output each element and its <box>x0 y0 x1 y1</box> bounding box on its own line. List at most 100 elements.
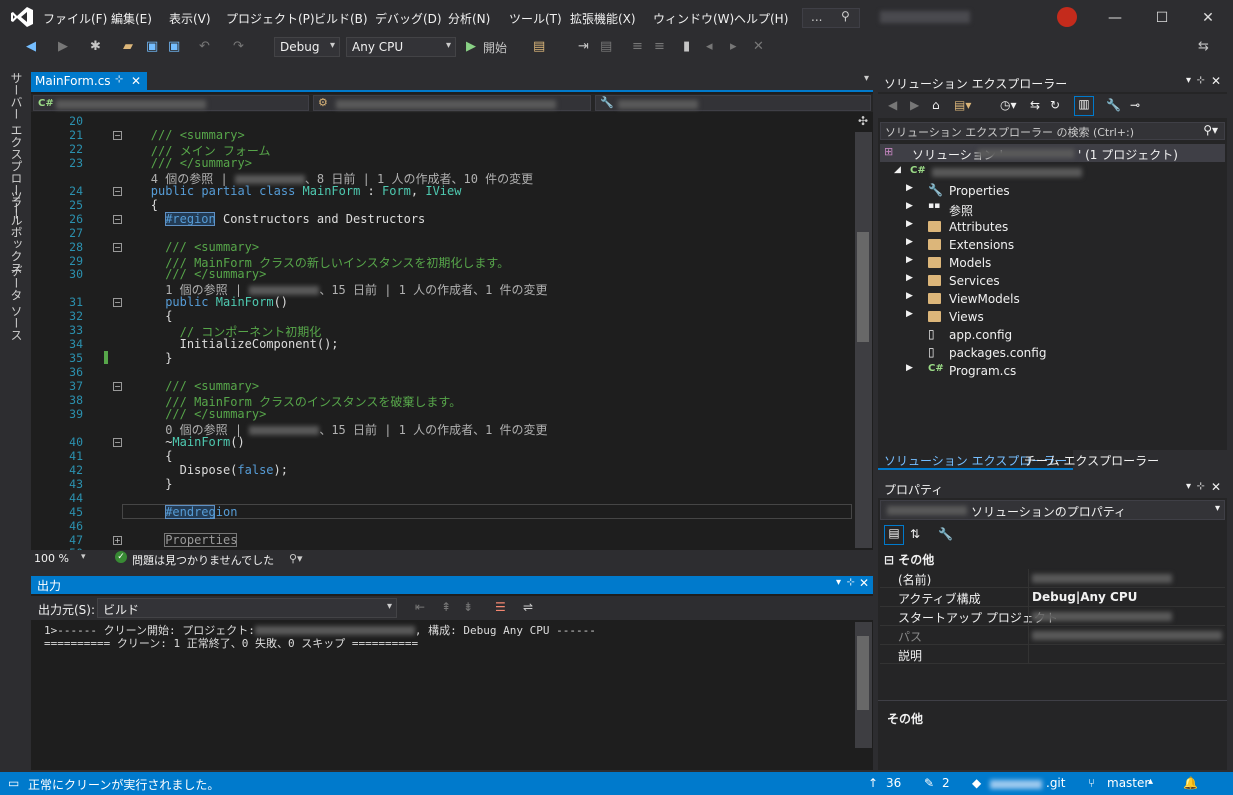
expand-icon[interactable]: ▶ <box>906 183 913 193</box>
open-icon[interactable]: ▰ <box>123 39 133 54</box>
property-row[interactable]: パス <box>880 626 1225 645</box>
close-icon[interactable]: ✕ <box>1198 8 1218 28</box>
new-project-icon[interactable]: ✱ <box>90 39 101 54</box>
expand-icon[interactable]: ▶ <box>906 291 913 301</box>
menu-item[interactable]: 表示(V) <box>169 10 211 27</box>
platform-select[interactable]: Any CPU <box>346 37 456 57</box>
notification-icon[interactable]: 🔔 <box>1183 776 1198 790</box>
branch-icon[interactable]: ⑂ <box>1088 776 1095 790</box>
tab-close-icon[interactable]: ✕ <box>131 74 141 88</box>
branch-up-icon[interactable]: ▴ <box>1148 776 1153 787</box>
output-clear-icon[interactable]: ☰ <box>495 600 506 614</box>
fold-toggle-icon[interactable]: − <box>113 186 122 196</box>
data-sources-tab[interactable]: データ ソース <box>8 265 25 341</box>
fold-toggle-icon[interactable]: + <box>113 535 122 545</box>
start-button[interactable]: 開始 <box>483 39 507 56</box>
bookmark-clear-icon[interactable]: ✕ <box>753 39 764 54</box>
code-line[interactable]: /// <summary> <box>151 128 245 142</box>
output-menu-icon[interactable]: ▾ <box>836 577 841 588</box>
code-line[interactable]: InitializeComponent(); <box>180 337 339 351</box>
property-pages-icon[interactable]: 🔧 <box>938 527 953 541</box>
code-line[interactable]: { <box>165 309 172 323</box>
tab-dropdown-icon[interactable]: ▾ <box>864 73 869 84</box>
back-icon[interactable]: ◀ <box>26 39 36 54</box>
code-line[interactable]: #endregion <box>165 505 237 519</box>
save-all-icon[interactable]: ▣ <box>168 39 180 54</box>
member-nav-combo[interactable]: 🔧 <box>595 95 871 111</box>
sol-back-icon[interactable]: ◀ <box>888 98 897 112</box>
tree-solution-row[interactable]: ⊞ ソリューション ' ' (1 プロジェクト) <box>880 144 1225 162</box>
save-icon[interactable]: ▣ <box>146 39 158 54</box>
project-nav-combo[interactable]: C# <box>33 95 309 111</box>
fold-toggle-icon[interactable]: − <box>113 298 122 308</box>
output-prev-icon[interactable]: ⇞ <box>441 600 451 614</box>
code-line[interactable]: } <box>165 351 172 365</box>
menu-item[interactable]: ウィンドウ(W) <box>653 10 734 27</box>
fold-toggle-icon[interactable]: − <box>113 130 122 140</box>
code-line[interactable]: ~MainForm() <box>165 435 244 449</box>
tree-item[interactable]: ▶ Models <box>906 254 1216 272</box>
property-row[interactable]: アクティブ構成 Debug|Any CPU <box>880 588 1225 607</box>
properties-category[interactable]: ⊟ その他 <box>884 551 934 568</box>
alphabetical-icon[interactable]: ⇅ <box>910 527 920 541</box>
code-line[interactable]: { <box>165 449 172 463</box>
fold-toggle-icon[interactable]: − <box>113 382 122 392</box>
output-wrap-icon[interactable]: ⇌ <box>523 600 533 614</box>
config-select[interactable]: Debug <box>274 37 340 57</box>
property-row[interactable]: (名前) <box>880 569 1225 588</box>
code-line[interactable]: /// </summary> <box>165 267 266 281</box>
code-line[interactable]: { <box>151 198 158 212</box>
solution-search-input[interactable]: ソリューション エクスプローラー の検索 (Ctrl+:) ⚲▾ <box>880 122 1225 140</box>
menu-item[interactable]: プロジェクト(P) <box>226 10 315 27</box>
prop-close-icon[interactable]: ✕ <box>1211 480 1221 494</box>
properties-object-select[interactable]: ソリューションのプロパティ ▾ <box>880 500 1225 520</box>
tab-team-explorer[interactable]: チーム エクスプローラー <box>1024 452 1159 469</box>
code-line[interactable]: #region Constructors and Destructors <box>165 212 425 226</box>
tree-item[interactable]: ▶ C# Program.cs <box>906 362 1216 380</box>
output-next-icon[interactable]: ⇟ <box>463 600 473 614</box>
preview-icon[interactable]: ⊸ <box>1130 98 1140 112</box>
undo-icon[interactable]: ↶ <box>199 39 210 54</box>
fold-toggle-icon[interactable]: − <box>113 242 122 252</box>
bookmark-next-icon[interactable]: ▸ <box>730 39 737 54</box>
expand-icon[interactable]: ▶ <box>906 219 913 229</box>
search-box[interactable]: ... ⚲ <box>802 8 860 28</box>
bookmark-icon[interactable]: ▮ <box>683 39 690 54</box>
start-icon[interactable]: ▶ <box>466 39 476 54</box>
forward-icon[interactable]: ▶ <box>58 39 68 54</box>
fold-toggle-icon[interactable]: − <box>113 437 122 447</box>
redo-icon[interactable]: ↷ <box>233 39 244 54</box>
repo-icon[interactable]: ◆ <box>972 776 981 790</box>
sol-close-icon[interactable]: ✕ <box>1211 74 1221 88</box>
menu-item[interactable]: 分析(N) <box>448 10 490 27</box>
outdent-icon[interactable]: ≡ <box>654 39 665 54</box>
branch-name[interactable]: master <box>1107 776 1149 790</box>
avatar[interactable] <box>1057 7 1077 27</box>
repo-suffix[interactable]: .git <box>1046 776 1065 790</box>
tree-item[interactable]: ▶ 🔧 Properties <box>906 182 1216 200</box>
tab-mainform[interactable]: MainForm.cs ⊹ ✕ <box>31 72 147 92</box>
property-row[interactable]: 説明 <box>880 645 1225 664</box>
output-goto-icon[interactable]: ⇤ <box>415 600 425 614</box>
code-line[interactable]: /// </summary> <box>165 407 266 421</box>
fold-toggle-icon[interactable]: − <box>113 214 122 224</box>
sol-forward-icon[interactable]: ▶ <box>910 98 919 112</box>
output-scroll-thumb[interactable] <box>857 636 869 710</box>
unpushed-count[interactable]: 36 <box>886 776 901 790</box>
tree-item[interactable]: ▶ Attributes <box>906 218 1216 236</box>
prop-menu-icon[interactable]: ▾ <box>1186 481 1191 492</box>
step-icon[interactable]: ⇥ <box>578 39 589 54</box>
code-line[interactable]: Dispose(false); <box>180 463 288 477</box>
tree-item[interactable]: ▶ Services <box>906 272 1216 290</box>
expand-icon[interactable]: ▶ <box>906 255 913 265</box>
tree-item[interactable]: ▯ packages.config <box>906 344 1216 362</box>
comment-icon[interactable]: ▤ <box>600 39 612 54</box>
menu-item[interactable]: ヘルプ(H) <box>734 10 788 27</box>
sol-menu-icon[interactable]: ▾ <box>1186 75 1191 86</box>
code-line[interactable]: } <box>165 477 172 491</box>
issues-text[interactable]: 問題は見つかりませんでした <box>132 552 274 568</box>
tree-item[interactable]: ▶ Views <box>906 308 1216 326</box>
expand-icon[interactable]: ▶ <box>906 273 913 283</box>
expand-icon[interactable]: ▶ <box>906 363 913 373</box>
home-icon[interactable]: ⌂ <box>932 98 940 112</box>
